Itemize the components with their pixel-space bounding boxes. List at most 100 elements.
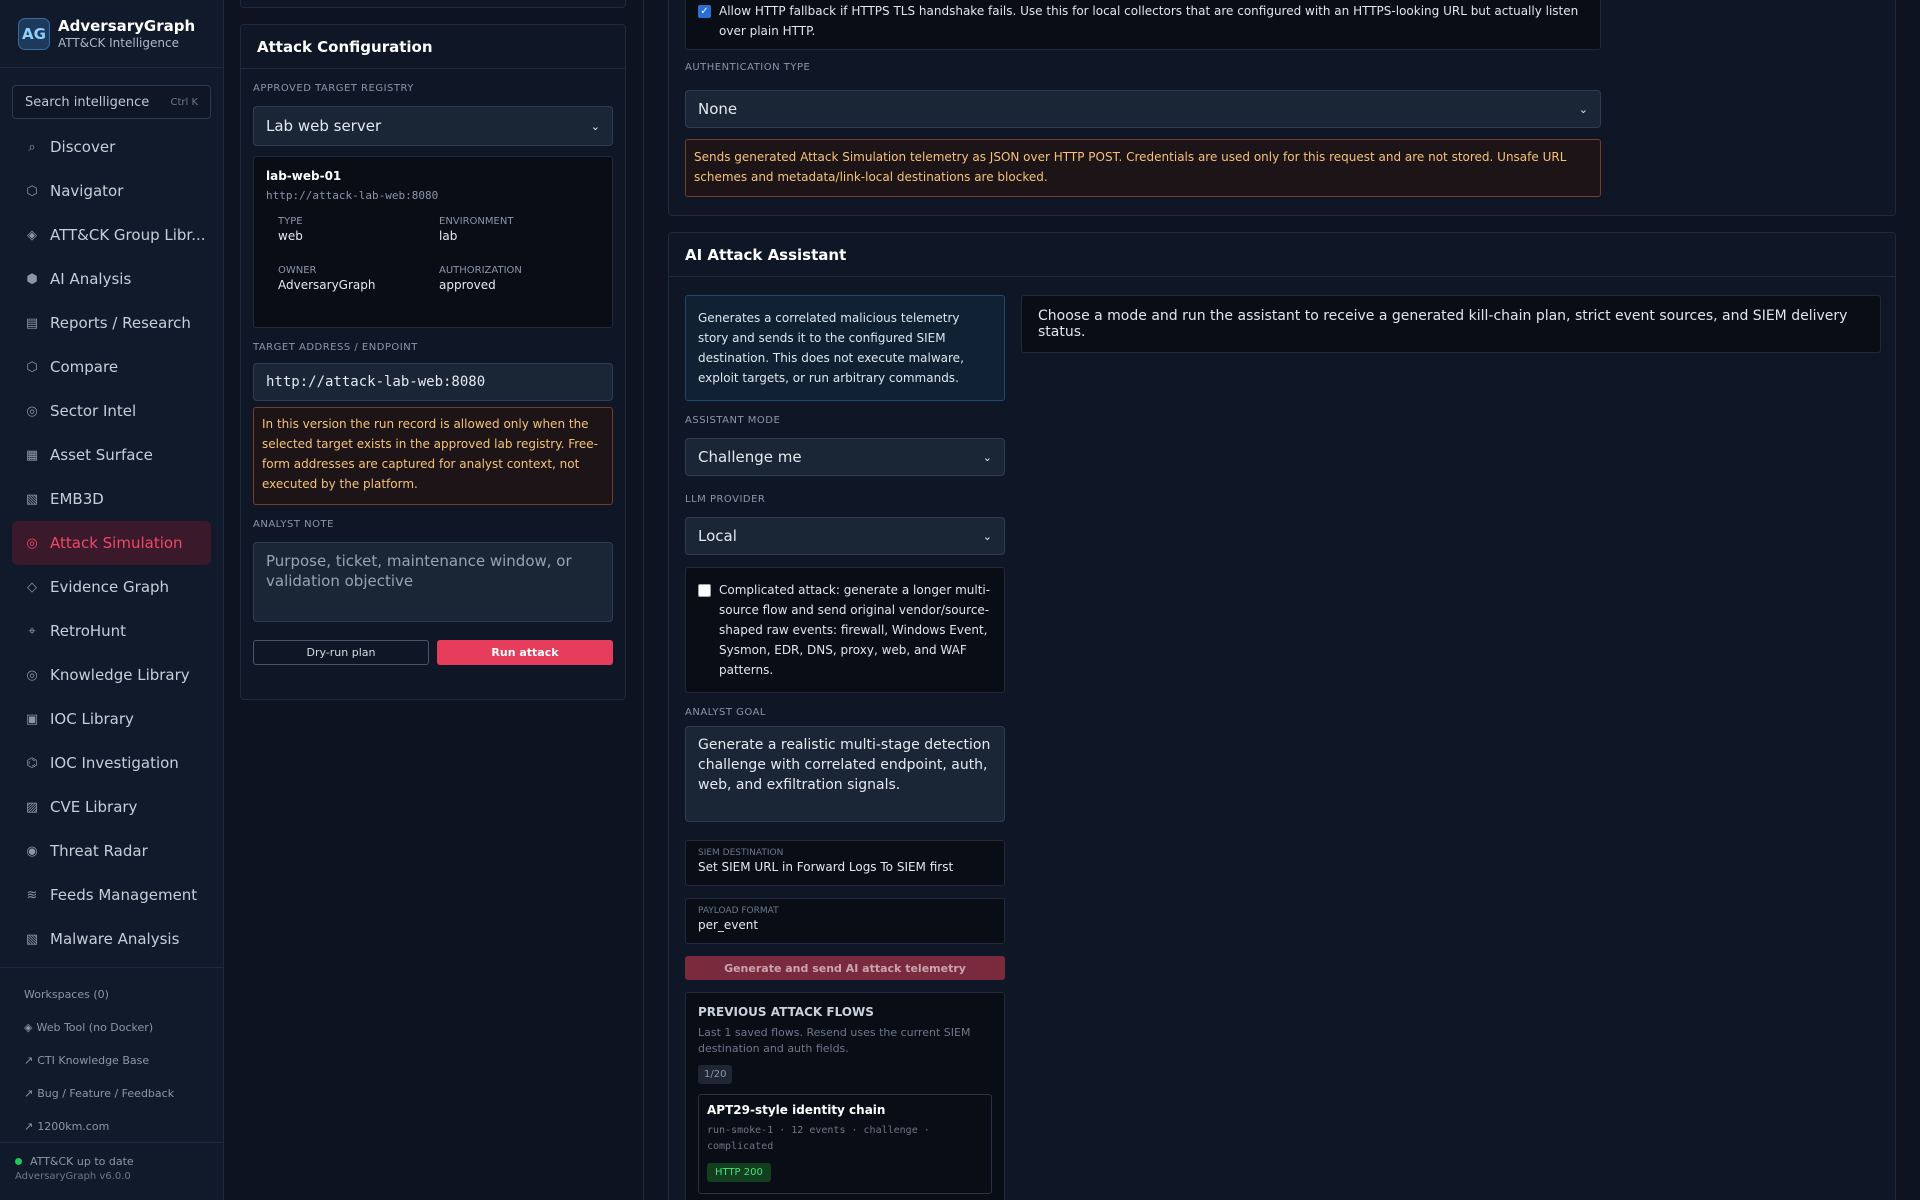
sidebar-item-label: Attack Simulation [50, 534, 183, 552]
sidebar-item-label: ATT&CK Group Libr... [50, 226, 206, 244]
analyst-goal-input[interactable]: Generate a realistic multi-stage detecti… [685, 726, 1005, 822]
nav-icon: ⬡ [26, 183, 38, 199]
analyst-note-label: ANALYST NOTE [253, 519, 334, 530]
sidebar-item-sector-intel[interactable]: ◎ Sector Intel [12, 389, 211, 433]
sidebar-item-asset-surface[interactable]: ▦ Asset Surface [12, 433, 211, 477]
sidebar-item-label: AI Analysis [50, 270, 132, 288]
sidebar-item-label: IOC Library [50, 710, 134, 728]
payload-format-label: PAYLOAD FORMAT [698, 906, 779, 916]
complicated-attack-option[interactable]: Complicated attack: generate a longer mu… [685, 567, 1005, 693]
type-label: TYPE [278, 216, 303, 227]
http-fallback-checkbox[interactable]: ✓ [698, 5, 711, 18]
sidebar-item-discover[interactable]: ⌕ Discover [12, 125, 211, 169]
generate-telemetry-button[interactable]: Generate and send AI attack telemetry [685, 956, 1005, 980]
llm-provider-value: Local [698, 527, 737, 545]
auth-type-select[interactable]: None ⌄ [685, 90, 1601, 128]
brand[interactable]: AG AdversaryGraph ATT&CK Intelligence [0, 0, 223, 68]
assistant-mode-select[interactable]: Challenge me ⌄ [685, 438, 1005, 476]
sidebar-link-web-tool-no-docker[interactable]: ◈ Web Tool (no Docker) [0, 1011, 223, 1044]
sidebar-link-cti-knowledge-base[interactable]: ↗ CTI Knowledge Base [0, 1044, 223, 1077]
sidebar-item-emb3d[interactable]: ▧ EMB3D [12, 477, 211, 521]
chevron-down-icon: ⌄ [590, 119, 600, 133]
search-placeholder: Search intelligence [25, 94, 150, 110]
target-registry-select[interactable]: Lab web server ⌄ [253, 106, 613, 146]
brand-subtitle: ATT&CK Intelligence [58, 35, 179, 50]
auth-type-value: None [698, 100, 738, 118]
sidebar-item-reports-research[interactable]: ▤ Reports / Research [12, 301, 211, 345]
sidebar-item-threat-radar[interactable]: ◉ Threat Radar [12, 829, 211, 873]
siem-forward-panel: ✓ Allow HTTP fallback if HTTPS TLS hands… [668, 0, 1896, 216]
sidebar-item-knowledge-library[interactable]: ◎ Knowledge Library [12, 653, 211, 697]
brand-title: AdversaryGraph [58, 16, 196, 35]
authorization-label: AUTHORIZATION [439, 265, 522, 276]
environment-value: lab [439, 229, 458, 243]
sidebar-item-label: RetroHunt [50, 622, 127, 640]
sidebar-item-label: Threat Radar [50, 842, 148, 860]
sidebar-item-ioc-library[interactable]: ▣ IOC Library [12, 697, 211, 741]
sidebar-item-ioc-investigation[interactable]: ⌬ IOC Investigation [12, 741, 211, 785]
external-link-icon: ↗ [24, 1087, 34, 1100]
nav-icon: ⬡ [26, 359, 38, 375]
payload-format-value: per_event [698, 918, 759, 932]
sidebar-item-label: EMB3D [50, 490, 104, 508]
sidebar-item-malware-analysis[interactable]: ▧ Malware Analysis [12, 917, 211, 961]
dry-run-button[interactable]: Dry-run plan [253, 640, 429, 665]
adversarygraph-logo-icon: AG [18, 17, 50, 50]
sidebar-item-cve-library[interactable]: ▨ CVE Library [12, 785, 211, 829]
target-endpoint-input[interactable]: http://attack-lab-web:8080 [253, 363, 613, 401]
sidebar-item-evidence-graph[interactable]: ◇ Evidence Graph [12, 565, 211, 609]
owner-value: AdversaryGraph [278, 278, 376, 292]
type-value: web [278, 229, 303, 243]
assistant-mode-value: Challenge me [698, 448, 802, 466]
sidebar-link-workspaces-0[interactable]: Workspaces (0) [0, 978, 223, 1011]
search-input[interactable]: Search intelligence Ctrl K [12, 85, 211, 119]
sidebar-item-compare[interactable]: ⬡ Compare [12, 345, 211, 389]
siem-destination-label: SIEM DESTINATION [698, 848, 784, 858]
nav-icon: ◉ [26, 843, 38, 859]
run-attack-button[interactable]: Run attack [437, 640, 613, 665]
nav-icon: ▨ [25, 799, 39, 815]
previous-attack-flows: PREVIOUS ATTACK FLOWS Last 1 saved flows… [685, 992, 1005, 1200]
sidebar-item-ai-analysis[interactable]: ⬢ AI Analysis [12, 257, 211, 301]
nav-icon: ◎ [26, 667, 38, 683]
sidebar-link-1200km-com[interactable]: ↗ 1200km.com [0, 1110, 223, 1143]
analyst-note-input[interactable]: Purpose, ticket, maintenance window, or … [253, 542, 613, 622]
chevron-down-icon: ⌄ [982, 529, 992, 543]
sidebar-item-feeds-management[interactable]: ≋ Feeds Management [12, 873, 211, 917]
sidebar-links: Workspaces (0) ◈ Web Tool (no Docker) ↗ CTI … [0, 978, 223, 1143]
siem-warning: Sends generated Attack Simulation teleme… [685, 139, 1601, 197]
assistant-mode-label: ASSISTANT MODE [685, 415, 781, 426]
external-link-icon: ↗ [24, 1054, 34, 1067]
sidebar-item-att-ck-group-libr[interactable]: ◈ ATT&CK Group Libr... [12, 213, 211, 257]
sidebar-item-attack-simulation[interactable]: ◎ Attack Simulation [12, 521, 211, 565]
llm-provider-select[interactable]: Local ⌄ [685, 517, 1005, 555]
sidebar-item-label: Sector Intel [50, 402, 137, 420]
nav-icon: ⌖ [28, 623, 36, 639]
sidebar-item-retrohunt[interactable]: ⌖ RetroHunt [12, 609, 211, 653]
attack-configuration-panel: Attack Configuration APPROVED TARGET REG… [240, 24, 626, 700]
nav-icon: ◈ [27, 227, 37, 243]
sidebar: AG AdversaryGraph ATT&CK Intelligence Se… [0, 0, 224, 1200]
previous-flows-description: Last 1 saved flows. Resend uses the curr… [698, 1026, 971, 1055]
sidebar-footer: ATT&CK up to date AdversaryGraph v6.0.0 [0, 1142, 223, 1200]
external-link-icon: ↗ [24, 1120, 34, 1133]
chevron-down-icon: ⌄ [982, 450, 992, 464]
previous-flows-count: 1/20 [698, 1065, 733, 1084]
complicated-attack-checkbox[interactable] [698, 584, 711, 597]
sidebar-link-label: Bug / Feature / Feedback [37, 1087, 175, 1100]
attack-flow-card[interactable]: APT29-style identity chain run-smoke-1 ·… [698, 1094, 992, 1194]
http-fallback-option[interactable]: ✓ Allow HTTP fallback if HTTPS TLS hands… [685, 0, 1601, 50]
ai-attack-assistant-title: AI Attack Assistant [669, 233, 1895, 277]
target-card: lab-web-01 http://attack-lab-web:8080 TY… [253, 156, 613, 328]
sidebar-item-navigator[interactable]: ⬡ Navigator [12, 169, 211, 213]
complicated-attack-text: Complicated attack: generate a longer mu… [719, 583, 991, 677]
analyst-goal-label: ANALYST GOAL [685, 707, 767, 718]
sidebar-item-label: Asset Surface [50, 446, 153, 464]
sidebar-link-bug-feature-feedback[interactable]: ↗ Bug / Feature / Feedback [0, 1077, 223, 1110]
nav-icon: ◇ [27, 579, 37, 595]
nav-icon: ⬢ [26, 271, 38, 287]
assistant-result-panel: Choose a mode and run the assistant to r… [1021, 295, 1881, 353]
sidebar-item-label: Discover [50, 138, 116, 156]
sidebar-link-label: Workspaces (0) [24, 988, 109, 1001]
sidebar-item-label: Evidence Graph [50, 578, 170, 596]
